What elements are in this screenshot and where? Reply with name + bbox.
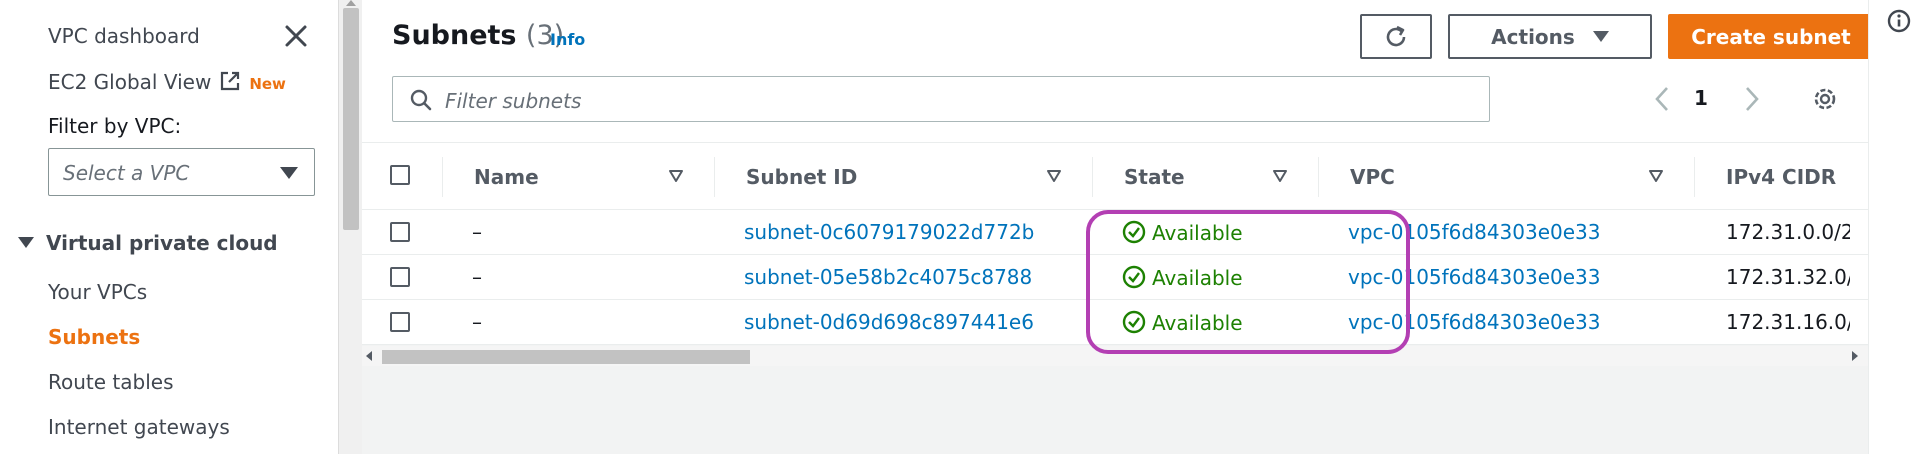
sidebar: VPC dashboard EC2 Global View New Filter… xyxy=(0,0,338,454)
sidebar-item-ec2-global-view[interactable]: EC2 Global View New xyxy=(48,70,286,94)
column-divider xyxy=(1092,157,1093,197)
help-panel-rail xyxy=(1868,0,1920,454)
vertical-scrollbar[interactable] xyxy=(338,0,362,454)
cidr-cell: 172.31.16.0/20 xyxy=(1726,310,1850,334)
sidebar-item-your-vpcs[interactable]: Your VPCs xyxy=(48,280,147,304)
sidebar-item-route-tables[interactable]: Route tables xyxy=(48,370,174,394)
scroll-left-arrow-icon[interactable] xyxy=(366,351,372,361)
state-cell: Available xyxy=(1122,310,1243,335)
cidr-cell-clip: 172.31.16.0/20 xyxy=(1708,300,1850,344)
scroll-up-arrow-icon[interactable] xyxy=(346,0,356,6)
check-circle-icon xyxy=(1122,310,1146,334)
filter-by-vpc-label: Filter by VPC: xyxy=(48,114,182,138)
column-header-vpc[interactable]: VPC xyxy=(1350,165,1395,189)
state-label: Available xyxy=(1152,266,1243,290)
search-icon xyxy=(410,89,432,111)
current-page[interactable]: 1 xyxy=(1694,86,1708,110)
column-header-subnet-id[interactable]: Subnet ID xyxy=(746,165,857,189)
select-all-checkbox[interactable] xyxy=(390,165,410,185)
sort-icon[interactable] xyxy=(1272,169,1288,183)
sidebar-item-label: EC2 Global View xyxy=(48,70,212,94)
subnet-id-link[interactable]: subnet-0c6079179022d772b xyxy=(744,220,1034,244)
state-cell: Available xyxy=(1122,265,1243,290)
table-header-row: Name Subnet ID State VPC IPv4 CIDR xyxy=(362,142,1868,210)
check-circle-icon xyxy=(1122,265,1146,289)
caret-down-icon xyxy=(18,237,34,248)
info-icon[interactable] xyxy=(1886,8,1912,34)
table-row[interactable]: – subnet-05e58b2c4075c8788 Available vpc… xyxy=(362,255,1868,300)
sort-icon[interactable] xyxy=(1046,169,1062,183)
chevron-left-icon[interactable] xyxy=(1650,84,1674,114)
subnet-id-link[interactable]: subnet-05e58b2c4075c8788 xyxy=(744,265,1032,289)
scroll-right-arrow-icon[interactable] xyxy=(1852,351,1858,361)
chevron-right-icon[interactable] xyxy=(1740,84,1764,114)
scrollbar-thumb[interactable] xyxy=(343,8,359,230)
filter-subnets-input[interactable]: Filter subnets xyxy=(392,76,1490,122)
section-title: Virtual private cloud xyxy=(46,231,278,255)
vpc-link[interactable]: vpc-0105f6d84303e0e33 xyxy=(1348,310,1601,334)
new-badge: New xyxy=(249,75,286,93)
row-checkbox[interactable] xyxy=(390,312,410,332)
column-divider xyxy=(1318,157,1319,197)
row-checkbox[interactable] xyxy=(390,222,410,242)
refresh-icon xyxy=(1386,25,1406,46)
create-subnet-button[interactable]: Create subnet xyxy=(1668,14,1874,59)
sidebar-item-vpc-dashboard[interactable]: VPC dashboard xyxy=(48,24,200,48)
sidebar-item-subnets[interactable]: Subnets xyxy=(48,325,140,349)
name-cell: – xyxy=(472,220,482,244)
horizontal-scrollbar[interactable] xyxy=(362,346,1868,366)
row-checkbox[interactable] xyxy=(390,267,410,287)
column-header-ipv4-cidr[interactable]: IPv4 CIDR xyxy=(1726,165,1836,189)
column-divider xyxy=(442,157,443,197)
cidr-cell-clip: 172.31.32.0/20 xyxy=(1708,255,1850,299)
caret-down-icon xyxy=(280,167,298,179)
subnet-id-link[interactable]: subnet-0d69d698c897441e6 xyxy=(744,310,1034,334)
cidr-cell-clip: 172.31.0.0/20 xyxy=(1708,210,1850,254)
external-link-icon xyxy=(221,71,240,91)
vpc-select-placeholder: Select a VPC xyxy=(63,161,190,185)
column-header-state[interactable]: State xyxy=(1124,165,1185,189)
page-title: Subnets (3) xyxy=(392,20,564,51)
actions-label: Actions xyxy=(1491,24,1575,49)
column-divider xyxy=(714,157,715,197)
search-placeholder: Filter subnets xyxy=(445,89,582,113)
gear-icon[interactable] xyxy=(1810,84,1840,114)
subnets-table: Name Subnet ID State VPC IPv4 CIDR – sub… xyxy=(362,142,1868,345)
table-row[interactable]: – subnet-0d69d698c897441e6 Available vpc… xyxy=(362,300,1868,345)
section-virtual-private-cloud[interactable]: Virtual private cloud xyxy=(18,231,278,255)
sidebar-item-internet-gateways[interactable]: Internet gateways xyxy=(48,415,230,439)
scrollbar-thumb[interactable] xyxy=(382,350,750,364)
state-cell: Available xyxy=(1122,220,1243,245)
vpc-link[interactable]: vpc-0105f6d84303e0e33 xyxy=(1348,265,1601,289)
column-header-name[interactable]: Name xyxy=(474,165,539,189)
state-label: Available xyxy=(1152,311,1243,335)
name-cell: – xyxy=(472,310,482,334)
close-icon[interactable] xyxy=(282,22,310,50)
sort-icon[interactable] xyxy=(1648,169,1664,183)
table-row[interactable]: – subnet-0c6079179022d772b Available vpc… xyxy=(362,210,1868,255)
state-label: Available xyxy=(1152,221,1243,245)
cidr-cell: 172.31.32.0/20 xyxy=(1726,265,1850,289)
column-divider xyxy=(1694,157,1695,197)
main-panel: Subnets (3) Info Actions Create subnet F… xyxy=(362,0,1874,454)
actions-button[interactable]: Actions xyxy=(1448,14,1652,59)
table-header-panel: Subnets (3) Info Actions Create subnet F… xyxy=(362,0,1874,142)
vpc-select[interactable]: Select a VPC xyxy=(48,148,315,196)
cidr-cell: 172.31.0.0/20 xyxy=(1726,220,1850,244)
sort-icon[interactable] xyxy=(668,169,684,183)
title-text: Subnets xyxy=(392,20,517,51)
caret-down-icon xyxy=(1592,31,1609,42)
name-cell: – xyxy=(472,265,482,289)
check-circle-icon xyxy=(1122,220,1146,244)
info-link[interactable]: Info xyxy=(550,30,585,49)
vpc-link[interactable]: vpc-0105f6d84303e0e33 xyxy=(1348,220,1601,244)
refresh-button[interactable] xyxy=(1360,14,1432,59)
